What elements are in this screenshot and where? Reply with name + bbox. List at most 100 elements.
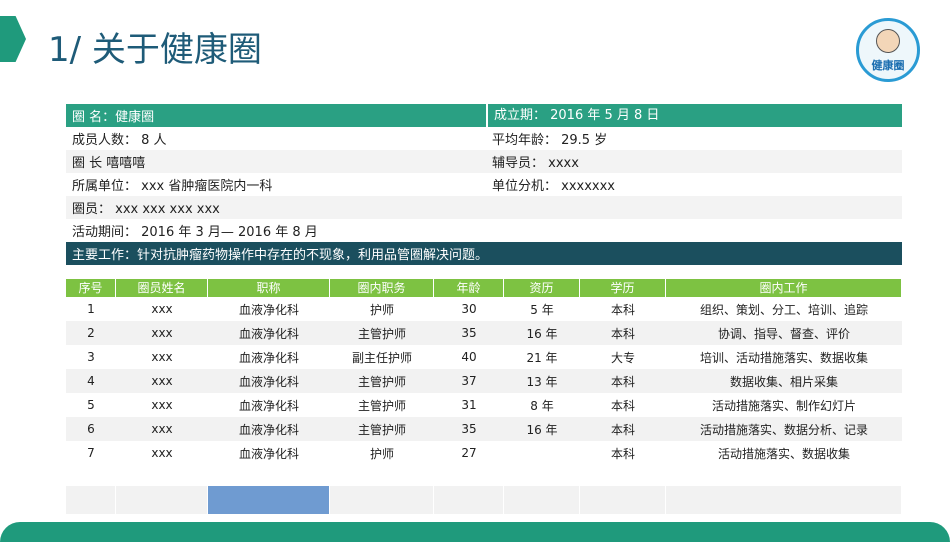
circle-members: 圈员： xxx xxx xxx xxx [72,202,220,217]
cell-work: 数据收集、相片采集 [729,374,838,389]
cell-education: 本科 [610,302,635,317]
table-row: 3 xxx 血液净化科 副主任护师 40 21 年 大专 培训、活动措施落实、数据收集 [66,345,902,369]
cell-index: 5 [87,398,95,412]
cell-name: xxx [151,446,173,460]
cell-work: 组织、策划、分工、培训、追踪 [699,302,868,317]
page-title: 1/ 关于健康圈 [48,30,262,70]
circle-info-table: 圈 名：健康圈 成立期： 2016 年 5 月 8 日 成员人数： 8 人 平均… [66,104,902,265]
header-age: 年龄 [434,279,504,297]
cell-name: xxx [151,326,173,340]
cell-index: 7 [87,446,95,460]
activity-period: 活动期间： 2016 年 3 月— 2016 年 8 月 [72,225,318,240]
cell-seniority: 16 年 [526,326,558,341]
cell-work: 协调、指导、督查、评价 [717,326,850,341]
table-header: 序号 圈员姓名 职称 圈内职务 年龄 资历 学历 圈内工作 [66,279,902,297]
cell-role: 主管护师 [357,422,406,437]
cell-age: 37 [461,374,477,388]
table-row: 7 xxx 血液净化科 护师 27 本科 活动措施落实、数据收集 [66,441,902,465]
table-row: 6 xxx 血液净化科 主管护师 35 16 年 本科 活动措施落实、数据分析、记录 [66,417,902,441]
circle-name: 圈 名：健康圈 [72,110,155,125]
main-work: 主要工作：针对抗肿瘤药物操作中存在的不现象，利用品管圈解决问题。 [72,248,489,263]
info-row: 成员人数： 8 人 平均年龄： 29.5 岁 [66,127,902,150]
cell-age: 35 [461,422,477,436]
header-title: 职称 [208,279,330,297]
cell-role: 主管护师 [357,326,406,341]
table-row: 2 xxx 血液净化科 主管护师 35 16 年 本科 协调、指导、督查、评价 [66,321,902,345]
section-marker [0,16,26,62]
header-education: 学历 [580,279,666,297]
table-row: 4 xxx 血液净化科 主管护师 37 13 年 本科 数据收集、相片采集 [66,369,902,393]
info-row: 所属单位： xxx 省肿瘤医院内一科 单位分机： xxxxxxx [66,173,902,196]
header-index: 序号 [66,279,116,297]
cell-work: 活动措施落实、制作幻灯片 [711,398,856,413]
table-body: 1 xxx 血液净化科 护师 30 5 年本科 组织、策划、分工、培训、追踪 2 xxx 血液净化… [66,297,902,465]
logo-text: 健康圈 [871,59,905,72]
cell-title: 血液净化科 [238,326,299,341]
cell-education: 本科 [610,326,635,341]
header-role: 圈内职务 [330,279,434,297]
cell-work: 活动措施落实、数据分析、记录 [699,422,868,437]
cell-age: 30 [461,302,477,316]
main-work-row: 主要工作：针对抗肿瘤药物操作中存在的不现象，利用品管圈解决问题。 [66,242,902,265]
counselor: 辅导员： xxxx [492,156,579,171]
average-age: 平均年龄： 29.5 岁 [492,133,608,148]
cell-name: xxx [151,398,173,412]
unit-extension: 单位分机： xxxxxxx [492,179,615,194]
cell-name: xxx [151,374,173,388]
cell-index: 4 [87,374,95,388]
cell-seniority: 21 年 [526,350,558,365]
cell-title: 血液净化科 [238,446,299,461]
logo: 健康圈 [856,18,920,82]
table-row: 5 xxx 血液净化科 主管护师 31 8 年 本科 活动措施落实、制作幻灯片 [66,393,902,417]
cell-work: 活动措施落实、数据收集 [717,446,850,461]
cell-role: 主管护师 [357,374,406,389]
header-work: 圈内工作 [666,279,902,297]
unit: 所属单位： xxx 省肿瘤医院内一科 [72,179,273,194]
bottom-decoration [0,522,950,542]
founding-date: 成立期： 2016 年 5 月 8 日 [486,104,902,127]
cell-age: 31 [461,398,477,412]
selected-cell[interactable] [208,486,330,514]
table-row: 1 xxx 血液净化科 护师 30 5 年 本科 组织、策划、分工、培训、追踪 [66,297,902,321]
cell-title: 血液净化科 [238,398,299,413]
members-count: 成员人数： 8 人 [72,133,167,148]
cell-title: 血液净化科 [238,422,299,437]
cell-education: 本科 [610,446,635,461]
cell-title: 血液净化科 [238,302,299,317]
members-table: 序号 圈员姓名 职称 圈内职务 年龄 资历 学历 圈内工作 1 xxx 血液净化科护… [66,279,902,465]
cell-seniority: 8 年 [530,398,554,413]
cell-age: 27 [461,446,477,460]
cell-title: 血液净化科 [238,350,299,365]
cell-index: 3 [87,350,95,364]
cell-role: 护师 [369,446,394,461]
cell-age: 40 [461,350,477,364]
cell-index: 6 [87,422,95,436]
cell-role: 主管护师 [357,398,406,413]
cell-age: 35 [461,326,477,340]
nurse-mascot-icon [876,29,900,53]
cell-role: 护师 [369,302,394,317]
cell-name: xxx [151,350,173,364]
info-header-row: 圈 名：健康圈 成立期： 2016 年 5 月 8 日 [66,104,902,127]
slide: 1/ 关于健康圈 健康圈 圈 名：健康圈 成立期： 2016 年 5 月 8 日… [0,0,950,542]
cell-education: 大专 [610,350,635,365]
cell-name: xxx [151,302,173,316]
header-name: 圈员姓名 [116,279,208,297]
cell-seniority: 13 年 [526,374,558,389]
cell-education: 本科 [610,422,635,437]
cell-name: xxx [151,422,173,436]
cell-seniority: 5 年 [530,302,554,317]
cell-title: 血液净化科 [238,374,299,389]
header-seniority: 资历 [504,279,580,297]
cell-role: 副主任护师 [351,350,412,365]
blank-table-row [66,486,902,514]
cell-education: 本科 [610,374,635,389]
info-row: 圈员： xxx xxx xxx xxx [66,196,902,219]
cell-seniority: 16 年 [526,422,558,437]
cell-work: 培训、活动措施落实、数据收集 [699,350,868,365]
cell-index: 2 [87,326,95,340]
info-row: 活动期间： 2016 年 3 月— 2016 年 8 月 [66,219,902,242]
circle-leader: 圈 长 嘻嘻嘻 [72,156,146,171]
cell-education: 本科 [610,398,635,413]
info-row: 圈 长 嘻嘻嘻 辅导员： xxxx [66,150,902,173]
